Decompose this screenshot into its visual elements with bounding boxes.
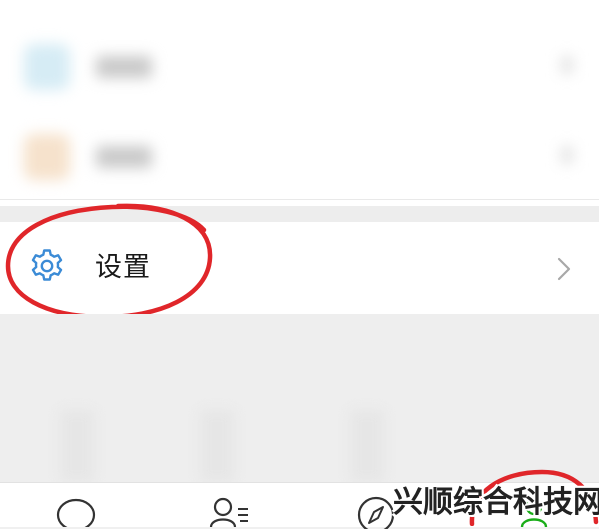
background-shade [60,410,94,482]
menu-section-top [0,0,599,206]
background-shade [200,410,234,482]
blurred-menu-item-1[interactable] [0,22,599,112]
chevron-right-icon [557,257,571,281]
compass-icon[interactable] [356,495,396,529]
blurred-item-icon [24,134,70,180]
gear-icon [31,249,63,281]
settings-menu-item[interactable]: 设置 [0,222,599,314]
blurred-item-label [96,146,152,168]
divider [0,199,599,200]
empty-background [0,314,599,482]
chat-bubble-icon[interactable] [56,495,96,527]
settings-label: 设置 [95,252,151,283]
blurred-chevron-icon [561,56,573,74]
contacts-icon[interactable] [208,495,250,527]
background-shade [350,410,384,482]
blurred-item-icon [24,44,70,90]
watermark: 兴顺综合科技网 [393,485,599,520]
section-gap [0,206,599,222]
blurred-item-label [96,56,152,78]
blurred-chevron-icon [561,146,573,164]
blurred-menu-item-2[interactable] [0,112,599,202]
